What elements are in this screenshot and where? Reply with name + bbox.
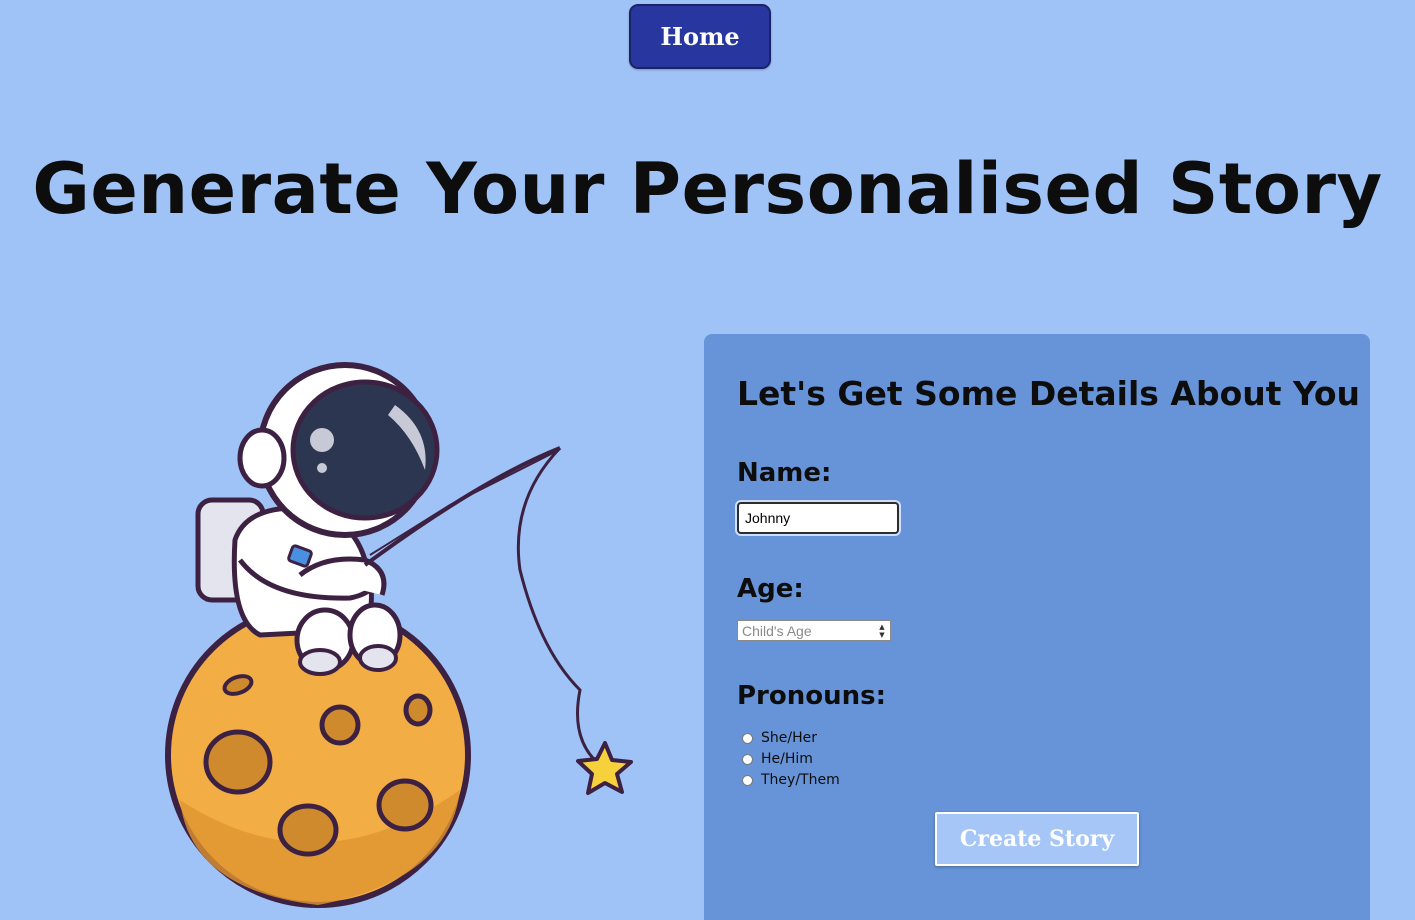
stepper-up-icon[interactable]: ▲ xyxy=(879,623,884,631)
pronoun-label: She/Her xyxy=(761,730,817,746)
stepper-down-icon[interactable]: ▼ xyxy=(879,631,884,639)
create-story-button[interactable]: Create Story xyxy=(935,812,1139,866)
details-form-panel: Let's Get Some Details About You Name: A… xyxy=(704,334,1370,920)
radio-button[interactable] xyxy=(742,753,753,765)
pronouns-label: Pronouns: xyxy=(737,681,887,711)
pronoun-option-she-her[interactable]: She/Her xyxy=(742,730,817,746)
pronoun-label: They/Them xyxy=(761,772,840,788)
pronoun-option-he-him[interactable]: He/Him xyxy=(742,751,813,767)
age-field[interactable]: ▲ ▼ xyxy=(737,620,891,641)
page: Home Generate Your Personalised Story Le… xyxy=(0,0,1415,920)
page-title: Generate Your Personalised Story xyxy=(32,148,1383,230)
age-input[interactable] xyxy=(738,621,874,640)
astronaut-moon-illustration xyxy=(165,362,633,908)
pronoun-label: He/Him xyxy=(761,751,813,767)
name-label: Name: xyxy=(737,458,832,488)
pronoun-option-they-them[interactable]: They/Them xyxy=(742,772,840,788)
home-button[interactable]: Home xyxy=(629,4,771,69)
radio-button[interactable] xyxy=(742,732,753,744)
age-stepper[interactable]: ▲ ▼ xyxy=(874,621,890,640)
form-title: Let's Get Some Details About You xyxy=(737,374,1361,413)
age-label: Age: xyxy=(737,574,804,604)
name-input[interactable] xyxy=(737,502,899,534)
radio-button[interactable] xyxy=(742,774,753,786)
